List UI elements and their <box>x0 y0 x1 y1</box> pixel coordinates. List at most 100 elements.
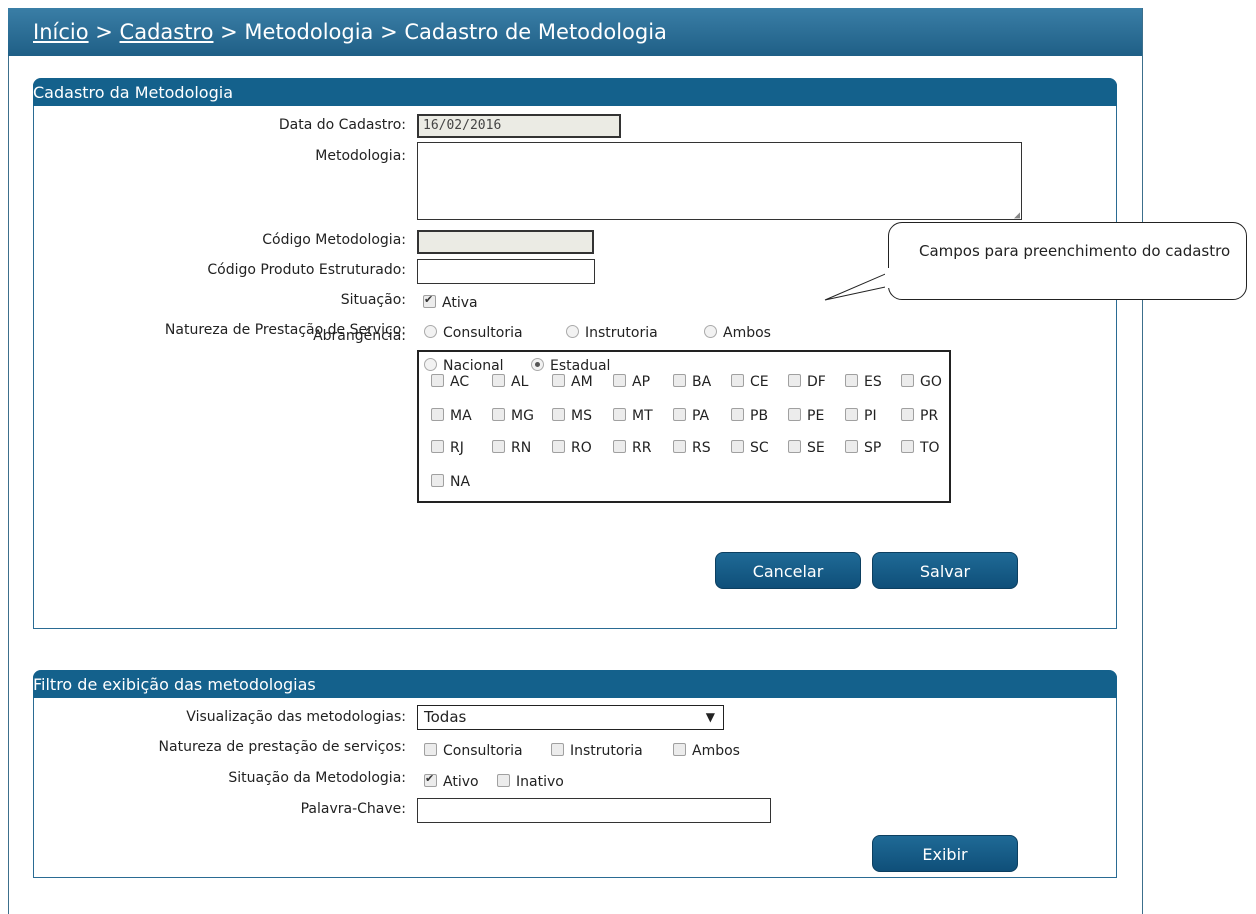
uf-label: RJ <box>450 440 464 456</box>
uf-label: PR <box>920 408 939 424</box>
uf-checkbox-go[interactable]: GO <box>901 374 942 390</box>
checkbox-icon[interactable] <box>901 440 914 453</box>
uf-checkbox-sp[interactable]: SP <box>845 440 881 456</box>
uf-checkbox-ms[interactable]: MS <box>552 408 592 424</box>
natureza-instrutoria-radio[interactable]: Instrutoria <box>566 325 658 341</box>
checkbox-icon[interactable] <box>497 774 510 787</box>
natureza-consultoria-radio[interactable]: Consultoria <box>424 325 523 341</box>
checkbox-icon[interactable] <box>431 374 444 387</box>
breadcrumb-home-link[interactable]: Início <box>33 20 89 44</box>
uf-label: PB <box>750 408 769 424</box>
uf-checkbox-al[interactable]: AL <box>492 374 528 390</box>
filtro-inativo-checkbox[interactable]: Inativo <box>497 774 564 790</box>
exibir-button[interactable]: Exibir <box>872 835 1018 872</box>
checkbox-icon[interactable] <box>731 374 744 387</box>
checkbox-icon[interactable] <box>431 440 444 453</box>
checkbox-icon[interactable] <box>673 374 686 387</box>
filtro-consultoria-checkbox[interactable]: Consultoria <box>424 743 523 759</box>
codigo-produto-label: Código Produto Estruturado: <box>207 262 406 278</box>
checkbox-icon[interactable] <box>731 408 744 421</box>
data-cadastro-field: 16/02/2016 <box>417 114 621 138</box>
checkbox-icon[interactable] <box>788 408 801 421</box>
radio-icon[interactable] <box>566 325 579 338</box>
radio-icon[interactable] <box>704 325 717 338</box>
checkbox-icon[interactable] <box>845 408 858 421</box>
uf-checkbox-es[interactable]: ES <box>845 374 882 390</box>
checkbox-icon[interactable] <box>551 743 564 756</box>
uf-checkbox-pa[interactable]: PA <box>673 408 709 424</box>
filtro-situacao-label: Situação da Metodologia: <box>228 770 406 786</box>
uf-checkbox-sc[interactable]: SC <box>731 440 769 456</box>
uf-label: RR <box>632 440 652 456</box>
uf-label: DF <box>807 374 826 390</box>
uf-checkbox-ma[interactable]: MA <box>431 408 472 424</box>
uf-checkbox-am[interactable]: AM <box>552 374 593 390</box>
natureza-ambos-radio[interactable]: Ambos <box>704 325 771 341</box>
callout-pointer-cover <box>885 268 893 288</box>
uf-checkbox-rn[interactable]: RN <box>492 440 531 456</box>
checkbox-icon[interactable] <box>552 374 565 387</box>
checkbox-icon[interactable] <box>552 408 565 421</box>
uf-checkbox-pi[interactable]: PI <box>845 408 877 424</box>
metodologia-textarea[interactable]: ◢ <box>417 142 1022 221</box>
checkbox-icon[interactable] <box>424 743 437 756</box>
checkbox-icon[interactable] <box>431 408 444 421</box>
checkbox-icon[interactable] <box>673 440 686 453</box>
checkbox-checked-icon[interactable] <box>424 772 437 787</box>
uf-checkbox-pr[interactable]: PR <box>901 408 938 424</box>
checkbox-icon[interactable] <box>492 408 505 421</box>
visualizacao-select[interactable]: Todas ▼ <box>417 705 724 730</box>
radio-icon[interactable] <box>424 325 437 338</box>
cancel-button[interactable]: Cancelar <box>715 552 861 589</box>
uf-checkbox-rj[interactable]: RJ <box>431 440 464 456</box>
resize-handle-icon[interactable]: ◢ <box>1014 210 1020 221</box>
checkbox-icon[interactable] <box>901 408 914 421</box>
filtro-ambos-checkbox[interactable]: Ambos <box>673 743 740 759</box>
uf-checkbox-pe[interactable]: PE <box>788 408 824 424</box>
checkbox-icon[interactable] <box>431 474 444 487</box>
checkbox-icon[interactable] <box>673 743 686 756</box>
palavra-chave-label: Palavra-Chave: <box>300 801 406 817</box>
filtro-ativo-checkbox[interactable]: Ativo <box>424 772 479 790</box>
uf-checkbox-ap[interactable]: AP <box>613 374 650 390</box>
checkbox-icon[interactable] <box>845 440 858 453</box>
uf-checkbox-mt[interactable]: MT <box>613 408 653 424</box>
breadcrumb-cadastro-link[interactable]: Cadastro <box>120 20 214 44</box>
uf-label: SP <box>864 440 882 456</box>
uf-checkbox-to[interactable]: TO <box>901 440 940 456</box>
checkbox-icon[interactable] <box>613 440 626 453</box>
checkbox-icon[interactable] <box>901 374 914 387</box>
uf-checkbox-ce[interactable]: CE <box>731 374 769 390</box>
filtro-natureza-label: Natureza de prestação de serviços: <box>158 739 406 755</box>
codigo-produto-input[interactable] <box>417 259 595 284</box>
checkbox-icon[interactable] <box>492 374 505 387</box>
codigo-metodologia-field <box>417 230 594 254</box>
uf-checkbox-na[interactable]: NA <box>431 474 470 490</box>
checkbox-icon[interactable] <box>673 408 686 421</box>
uf-checkbox-rs[interactable]: RS <box>673 440 711 456</box>
checkbox-icon[interactable] <box>788 374 801 387</box>
uf-checkbox-df[interactable]: DF <box>788 374 826 390</box>
save-button[interactable]: Salvar <box>872 552 1018 589</box>
checkbox-icon[interactable] <box>613 408 626 421</box>
uf-checkbox-mg[interactable]: MG <box>492 408 534 424</box>
checkbox-icon[interactable] <box>788 440 801 453</box>
filtro-instrutoria-checkbox[interactable]: Instrutoria <box>551 743 643 759</box>
uf-checkbox-ac[interactable]: AC <box>431 374 469 390</box>
checkbox-icon[interactable] <box>552 440 565 453</box>
checkbox-icon[interactable] <box>845 374 858 387</box>
uf-checkbox-se[interactable]: SE <box>788 440 825 456</box>
dropdown-arrow-icon[interactable]: ▼ <box>706 706 715 728</box>
uf-checkbox-rr[interactable]: RR <box>613 440 651 456</box>
uf-checkbox-ba[interactable]: BA <box>673 374 711 390</box>
uf-label: SE <box>807 440 825 456</box>
uf-checkbox-ro[interactable]: RO <box>552 440 592 456</box>
uf-checkbox-pb[interactable]: PB <box>731 408 768 424</box>
checkbox-icon[interactable] <box>731 440 744 453</box>
checkbox-icon[interactable] <box>492 440 505 453</box>
palavra-chave-input[interactable] <box>417 798 771 823</box>
checkbox-checked-icon[interactable] <box>423 293 436 308</box>
situacao-ativa-checkbox[interactable]: Ativa <box>423 293 478 311</box>
uf-label: RN <box>511 440 532 456</box>
checkbox-icon[interactable] <box>613 374 626 387</box>
